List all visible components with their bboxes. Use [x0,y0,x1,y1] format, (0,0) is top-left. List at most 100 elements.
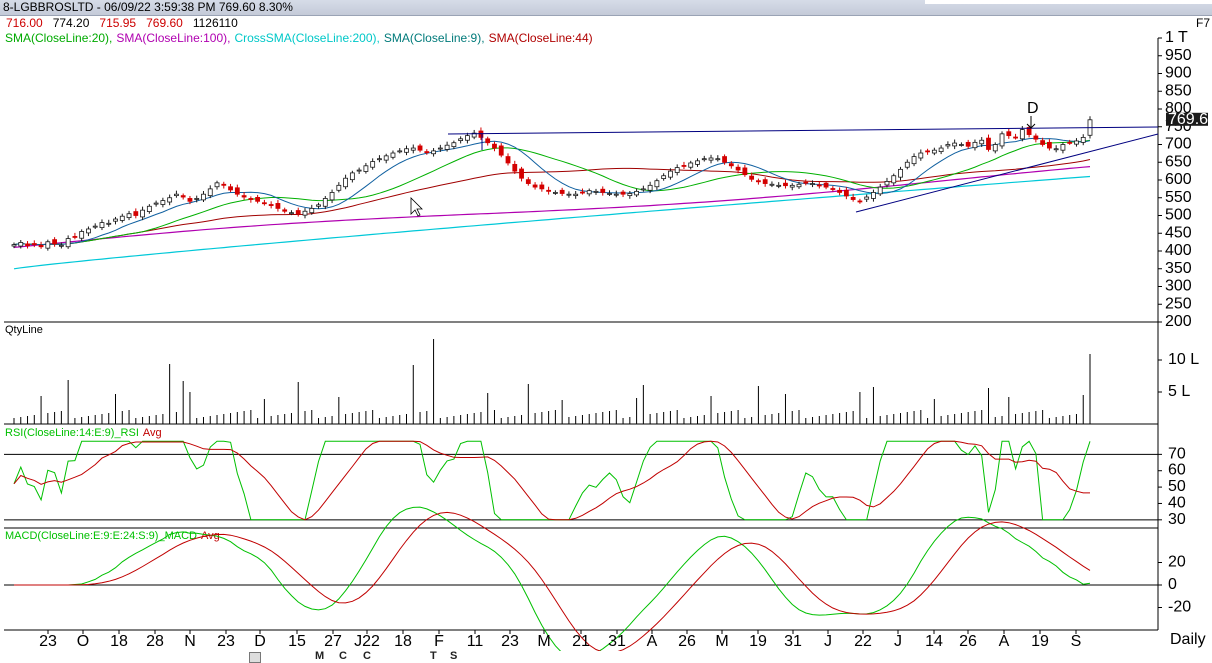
candle-body [762,179,768,184]
scroll-box[interactable] [249,652,261,663]
candle-body [25,243,30,247]
y-tick-label: 550 [1165,189,1192,206]
candle-body [769,183,775,186]
annotation-d: D [1027,100,1039,117]
x-tick-label: 15 [288,633,306,650]
x-tick-label: M [715,633,728,650]
candle-body [140,209,145,218]
candle-body [1080,136,1086,143]
candle-body [234,187,240,195]
x-tick-label: 14 [925,633,943,650]
y-tick-label: 700 [1165,136,1192,153]
candle-body [532,184,538,188]
x-tick-label: 11 [467,633,484,650]
toolbar-button[interactable]: M [315,651,324,662]
y-tick-label: 1 T [1165,29,1188,46]
candle-body [451,142,457,148]
candle-body [86,228,91,234]
candle-body [282,209,288,212]
candle-body [986,137,991,150]
x-tick-label: D [254,633,266,650]
y-tick-label: 400 [1165,242,1192,259]
candle-body [715,158,721,161]
candle-body [194,198,200,200]
candle-body [65,238,71,248]
y-tick-label: 900 [1165,65,1192,82]
candle-body [708,157,714,161]
candle-body [600,188,606,193]
y-tick-label: 600 [1165,171,1192,188]
candle-body [931,149,937,154]
toolbar-button[interactable]: C [363,651,371,662]
candle-body [701,158,707,161]
x-tick-label: 21 [572,633,590,650]
candle-body [31,243,37,245]
candle-body [126,213,132,219]
candle-body [925,150,930,153]
candle-body [1074,140,1079,145]
candle-body [850,196,856,200]
candle-body [552,192,558,194]
candle-body [512,163,518,172]
candle-body [207,188,213,197]
toolbar-button[interactable]: S [450,651,457,662]
candle-body [201,193,206,201]
x-tick-label: 31 [608,633,626,650]
candle-body [180,195,186,198]
macd-tick-label: 20 [1168,554,1186,571]
x-tick-label: 19 [1031,633,1049,650]
candle-body [99,222,105,228]
price-chart[interactable]: 1 T9509008508007507006506005505004504003… [0,0,1212,651]
x-tick-label: S [1071,633,1082,650]
candle-body [275,203,281,209]
candle-body [214,182,220,188]
macd-tick-label: -20 [1168,599,1191,616]
candle-body [783,182,788,187]
y-tick-label: 350 [1165,260,1192,277]
x-tick-label: 31 [784,633,802,650]
candle-body [573,193,579,197]
y-tick-label: 450 [1165,224,1192,241]
candle-body [72,236,78,238]
candle-body [113,218,118,222]
candle-body [458,138,464,141]
candle-body [322,198,328,207]
sma20-line [13,139,1091,246]
candle-body [221,183,227,186]
price-tag: 769.60 [1168,111,1212,128]
toolbar-button[interactable]: T [430,651,437,662]
sma9-line [13,137,1091,246]
x-axis-label: Daily [1170,631,1206,648]
candle-body [404,148,409,153]
rsi-tick-label: 40 [1168,494,1186,511]
x-tick-label: 22 [854,633,872,650]
candle-body [390,152,396,158]
rsi-tick-label: 50 [1168,478,1186,495]
candle-body [92,225,98,228]
candle-body [580,191,585,194]
candle-body [167,197,173,203]
candle-body [613,193,619,196]
volume-tick-label: 10 L [1168,351,1199,368]
x-tick-label: 23 [501,633,519,650]
candle-body [437,147,443,150]
candle-body [1006,131,1012,137]
x-tick-label: 19 [749,633,767,650]
candle-body [52,239,58,245]
x-tick-label: A [647,633,658,650]
candle-body [627,193,633,197]
candle-body [228,186,233,191]
toolbar-button[interactable]: C [339,651,347,662]
candle-body [992,144,998,152]
volume-title: QtyLine [5,324,43,336]
sma200-line [13,175,1091,270]
candle-body [410,147,416,151]
candle-body [965,141,971,147]
rsi-avg-line [13,440,1090,521]
candle-body [153,202,159,205]
candle-body [857,200,863,203]
candle-body [133,211,139,216]
annotation-arrow [1026,116,1036,129]
candle-body [525,179,531,184]
x-tick-label: 18 [110,633,128,650]
